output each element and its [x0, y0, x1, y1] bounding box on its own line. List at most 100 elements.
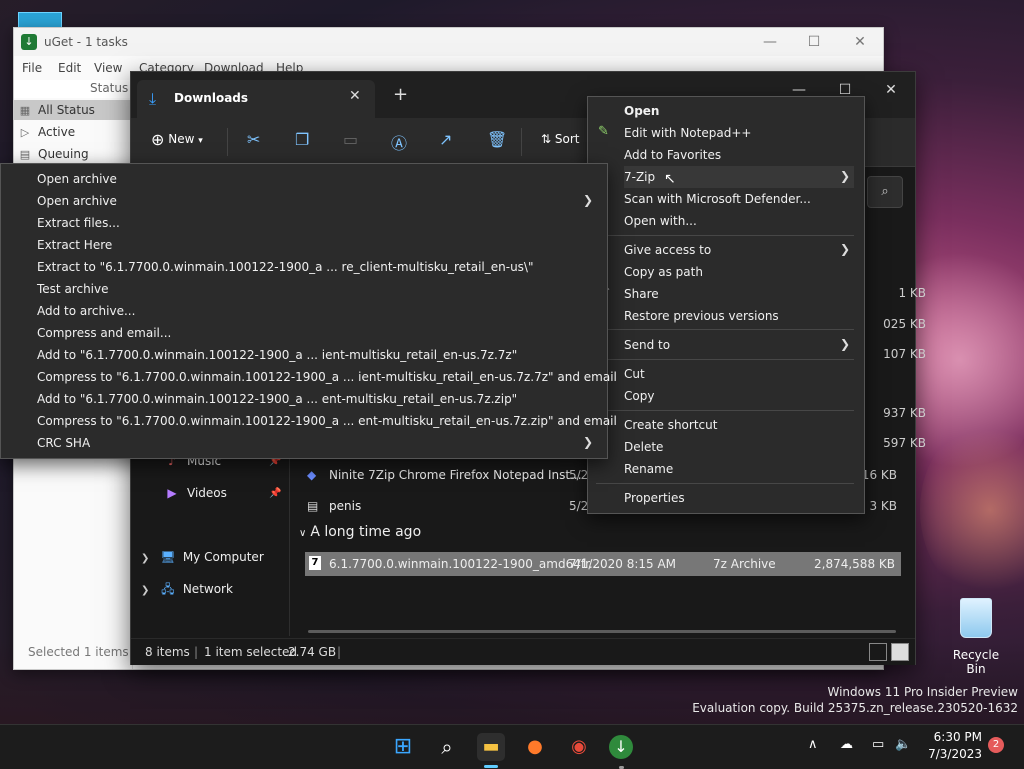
- menu-item-copy[interactable]: Copy: [624, 385, 854, 407]
- recycle-bin-icon: [960, 598, 992, 638]
- 7zip-submenu: Open archive Open archive ❯ Extract file…: [0, 163, 617, 459]
- menu-item-add-favorites[interactable]: Add to Favorites: [624, 144, 854, 166]
- chevron-right-icon: ❯: [839, 242, 850, 256]
- menu-item-properties[interactable]: Properties: [624, 487, 854, 509]
- divider: [521, 128, 522, 156]
- submenu-item-open-archive[interactable]: Open archive: [37, 168, 597, 190]
- recycle-bin[interactable]: Recycle Bin: [944, 598, 1008, 676]
- tab-downloads[interactable]: ⤓ Downloads ✕: [137, 80, 375, 118]
- notification-badge[interactable]: 2: [988, 737, 1004, 753]
- menu-item-share[interactable]: Share: [624, 283, 854, 305]
- chevron-right-icon: ❯: [141, 585, 150, 596]
- uget-status-text: Selected 1 items: [28, 645, 129, 659]
- menu-item-open-with[interactable]: Open with...: [624, 210, 854, 232]
- copy-icon[interactable]: ❐: [295, 130, 309, 149]
- sidebar-item-active[interactable]: ▷ Active: [14, 122, 132, 142]
- list-icon: ▦: [19, 104, 31, 117]
- submenu-item-compress-zip-email[interactable]: Compress to "6.1.7700.0.winmain.100122-1…: [37, 410, 617, 432]
- sort-button[interactable]: ⇅ Sort: [541, 132, 580, 146]
- text-file-icon: ▤: [307, 499, 319, 513]
- divider: [227, 128, 228, 156]
- sort-icon: ⇅: [541, 132, 552, 146]
- menu-item-restore-versions[interactable]: Restore previous versions: [624, 305, 854, 327]
- uget-icon[interactable]: ↓: [609, 735, 633, 759]
- submenu-item-add-to-zip[interactable]: Add to "6.1.7700.0.winmain.100122-1900_a…: [37, 388, 597, 410]
- submenu-item-test-archive[interactable]: Test archive: [37, 278, 597, 300]
- submenu-item-extract-here[interactable]: Extract Here: [37, 234, 597, 256]
- chevron-down-icon: ∨: [299, 528, 307, 539]
- pin-icon[interactable]: 📌: [269, 488, 281, 499]
- submenu-item-add-to-7z[interactable]: Add to "6.1.7700.0.winmain.100122-1900_a…: [37, 344, 597, 366]
- videos-icon: ▶: [167, 486, 177, 500]
- new-tab-button[interactable]: +: [393, 84, 408, 105]
- start-button[interactable]: ⊞: [389, 733, 417, 761]
- computer-icon: 🖥: [160, 550, 176, 564]
- search-button[interactable]: ⌕: [867, 176, 903, 208]
- clock[interactable]: 6:30 PM 7/3/2023: [920, 729, 982, 763]
- selection-size: 2.74 GB: [288, 645, 337, 659]
- volume-icon[interactable]: 🔈: [895, 737, 911, 752]
- selected-file-row[interactable]: 7 6.1.7700.0.winmain.100122-1900_amd64fr…: [305, 552, 901, 576]
- nav-item-my-computer[interactable]: ❯ 🖥 My Computer: [141, 546, 264, 568]
- plus-circle-icon: ⊕: [151, 130, 165, 149]
- menu-item-open[interactable]: Open: [624, 100, 854, 122]
- submenu-item-extract-files[interactable]: Extract files...: [37, 212, 597, 234]
- close-button[interactable]: ✕: [842, 32, 878, 52]
- chevron-up-icon[interactable]: ∧: [808, 737, 818, 752]
- maximize-button[interactable]: ☐: [796, 32, 832, 52]
- chevron-right-icon: ❯: [582, 435, 593, 449]
- submenu-item-open-archive-as[interactable]: Open archive: [37, 190, 597, 212]
- chevron-right-icon: ❯: [582, 193, 593, 207]
- menu-item-7zip[interactable]: 7-Zip: [624, 166, 854, 188]
- menu-item-copy-as-path[interactable]: Copy as path: [624, 261, 854, 283]
- menu-item-rename[interactable]: Rename: [624, 458, 854, 480]
- menu-view[interactable]: View: [94, 61, 122, 75]
- menu-item-delete[interactable]: Delete: [624, 436, 854, 458]
- menu-file[interactable]: File: [22, 61, 42, 75]
- details-view-button[interactable]: [869, 643, 887, 661]
- menu-item-scan-defender[interactable]: Scan with Microsoft Defender...: [624, 188, 854, 210]
- rename-icon[interactable]: Ⓐ: [391, 130, 407, 154]
- menu-item-create-shortcut[interactable]: Create shortcut: [624, 414, 854, 436]
- sidebar-item-queuing[interactable]: ▤ Queuing: [14, 144, 132, 164]
- sidebar-item-all-status[interactable]: ▦ All Status: [14, 100, 132, 120]
- tiles-view-button[interactable]: [891, 643, 909, 661]
- close-button[interactable]: ✕: [871, 78, 911, 102]
- submenu-item-extract-to[interactable]: Extract to "6.1.7700.0.winmain.100122-19…: [37, 256, 597, 278]
- item-count: 8 items: [145, 645, 190, 659]
- context-menu: Open ✎ Edit with Notepad++ Add to Favori…: [587, 96, 865, 514]
- menu-item-edit-notepadpp[interactable]: Edit with Notepad++: [624, 122, 854, 144]
- submenu-item-compress-7z-email[interactable]: Compress to "6.1.7700.0.winmain.100122-1…: [37, 366, 617, 388]
- play-icon: ▷: [20, 126, 30, 139]
- file-explorer-icon[interactable]: ▬: [477, 733, 505, 761]
- network-icon[interactable]: ▭: [872, 737, 884, 752]
- delete-icon[interactable]: 🗑: [487, 130, 507, 149]
- nav-item-videos[interactable]: ▶ Videos: [163, 482, 227, 504]
- submenu-item-compress-email[interactable]: Compress and email...: [37, 322, 597, 344]
- menu-item-send-to[interactable]: Send to: [624, 334, 854, 356]
- nav-item-network[interactable]: ❯ 🖧 Network: [141, 578, 233, 600]
- menu-edit[interactable]: Edit: [58, 61, 81, 75]
- paste-icon[interactable]: ▭: [343, 130, 358, 149]
- menu-item-give-access[interactable]: Give access to: [624, 239, 854, 261]
- share-icon[interactable]: ↗: [439, 130, 452, 149]
- horizontal-scrollbar[interactable]: [308, 630, 896, 633]
- close-tab-icon[interactable]: ✕: [349, 88, 361, 104]
- tab-label: Downloads: [174, 91, 249, 105]
- cut-icon[interactable]: ✂: [247, 130, 260, 149]
- chrome-icon[interactable]: ◉: [565, 733, 593, 761]
- new-button[interactable]: ⊕ New ▾: [151, 130, 203, 149]
- search-icon[interactable]: ⌕: [433, 733, 461, 761]
- minimize-button[interactable]: —: [752, 32, 788, 52]
- file-size: 597 KB: [883, 436, 926, 450]
- cloud-offline-icon[interactable]: ☁: [840, 737, 853, 752]
- group-header[interactable]: ∨ A long time ago: [299, 524, 421, 540]
- menu-separator: [596, 410, 854, 411]
- submenu-item-add-to-archive[interactable]: Add to archive...: [37, 300, 597, 322]
- uget-title: uGet - 1 tasks: [44, 35, 128, 49]
- menu-item-cut[interactable]: Cut: [624, 363, 854, 385]
- firefox-icon[interactable]: ●: [521, 733, 549, 761]
- menu-separator: [596, 359, 854, 360]
- chevron-down-icon: ▾: [198, 136, 203, 146]
- submenu-item-crc-sha[interactable]: CRC SHA: [37, 432, 597, 454]
